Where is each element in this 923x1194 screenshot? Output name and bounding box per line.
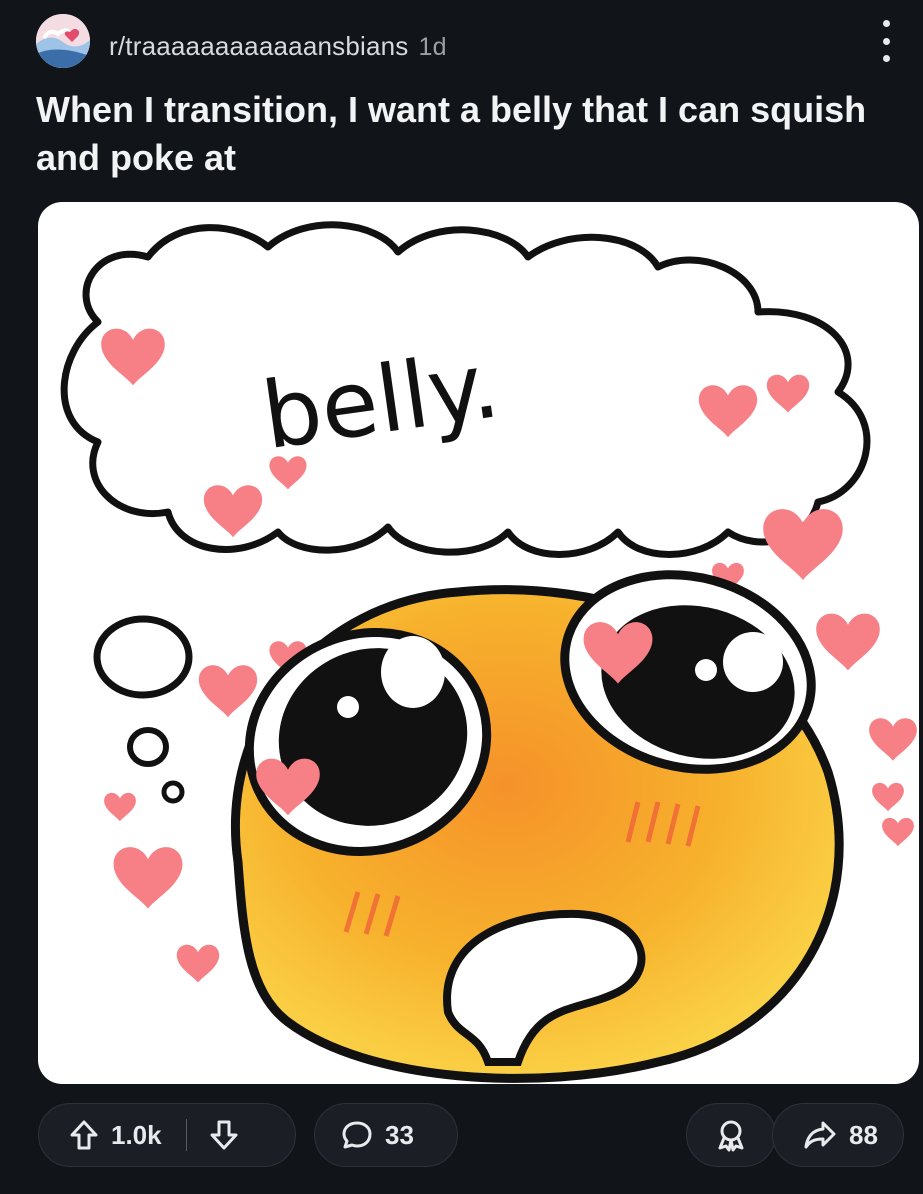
subreddit-avatar[interactable] bbox=[36, 14, 90, 68]
award-icon bbox=[714, 1118, 748, 1152]
share-count: 88 bbox=[849, 1119, 878, 1150]
share-arrow-icon bbox=[803, 1120, 837, 1150]
post-header: r/traaaaaaaaaaaansbians 1d bbox=[36, 14, 906, 68]
comments-button[interactable]: 33 bbox=[314, 1103, 458, 1167]
vote-control: 1.0k bbox=[38, 1103, 296, 1167]
vote-divider bbox=[185, 1119, 187, 1151]
post-image[interactable]: belly. bbox=[38, 202, 919, 1084]
post-title[interactable]: When I transition, I want a belly that I… bbox=[36, 86, 906, 182]
subreddit-label[interactable]: r/traaaaaaaaaaaansbians bbox=[109, 31, 409, 61]
post-age: 1d bbox=[418, 33, 447, 61]
arrow-up-icon[interactable] bbox=[69, 1119, 99, 1151]
award-button[interactable] bbox=[686, 1103, 776, 1167]
belly-meme-illustration: belly. bbox=[60, 221, 917, 1083]
arrow-down-icon[interactable] bbox=[209, 1119, 239, 1151]
subreddit-name[interactable]: r/traaaaaaaaaaaansbians 1d bbox=[109, 31, 447, 62]
blushing-face bbox=[230, 570, 844, 1083]
post-action-bar: 1.0k 33 88 bbox=[38, 1103, 904, 1167]
kebab-menu-icon[interactable] bbox=[876, 16, 896, 66]
speech-bubble-icon bbox=[341, 1119, 373, 1151]
comment-count: 33 bbox=[385, 1119, 414, 1150]
upvote-count: 1.0k bbox=[111, 1119, 162, 1150]
share-button[interactable]: 88 bbox=[772, 1103, 904, 1167]
